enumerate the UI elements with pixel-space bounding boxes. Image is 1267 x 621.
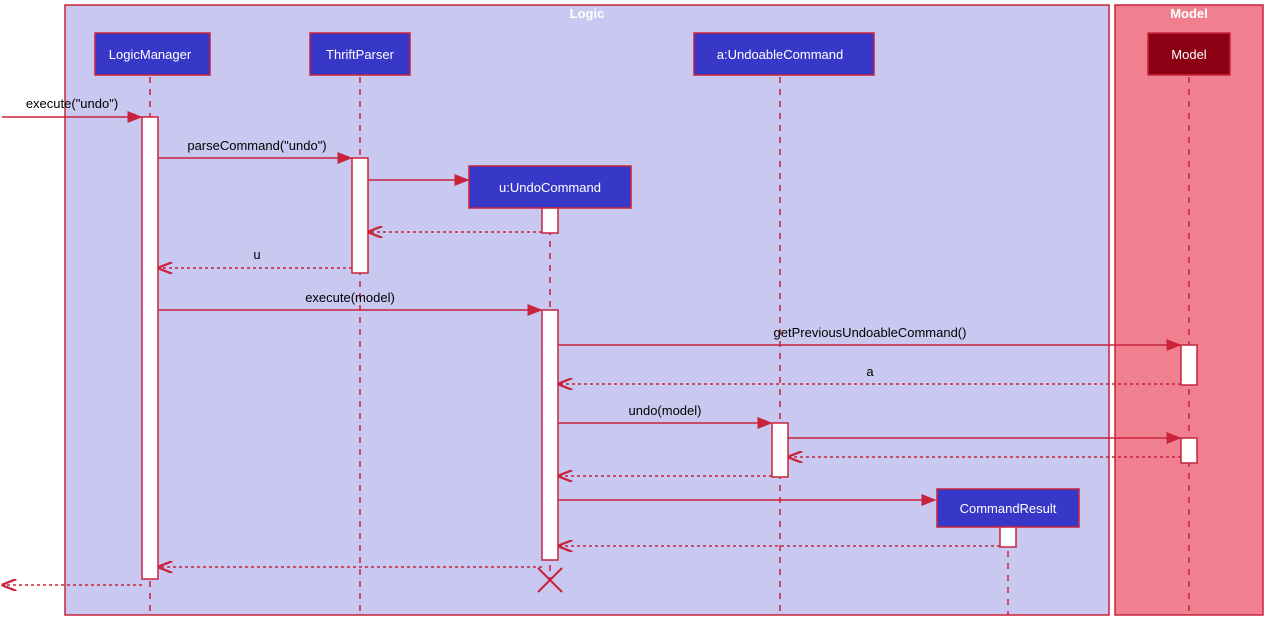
activation-commandresult [1000,527,1016,547]
msg-execute-model-label: execute(model) [305,290,395,305]
activation-undocommand-create [542,208,558,233]
participant-model-label: Model [1171,47,1207,62]
sequence-diagram: Logic Model LogicManager ThriftParser u:… [0,0,1267,621]
activation-logicmanager [142,117,158,579]
msg-execute-undo-label: execute("undo") [26,96,118,111]
activation-undoablecommand [772,423,788,477]
msg-getprev-label: getPreviousUndoableCommand() [774,325,967,340]
participant-thriftparser-label: ThriftParser [326,47,395,62]
frame-logic-label: Logic [570,6,605,21]
msg-parsecommand-label: parseCommand("undo") [187,138,326,153]
msg-u-label: u [253,247,260,262]
activation-model-1 [1181,345,1197,385]
participant-commandresult-label: CommandResult [960,501,1057,516]
activation-thriftparser [352,158,368,273]
participant-logicmanager-label: LogicManager [109,47,192,62]
activation-undocommand-exec [542,310,558,560]
participant-undoablecommand-label: a:UndoableCommand [717,47,843,62]
participant-undocommand-label: u:UndoCommand [499,180,601,195]
msg-a-label: a [866,364,874,379]
activation-model-2 [1181,438,1197,463]
msg-undo-model-label: undo(model) [629,403,702,418]
frame-model-label: Model [1170,6,1208,21]
